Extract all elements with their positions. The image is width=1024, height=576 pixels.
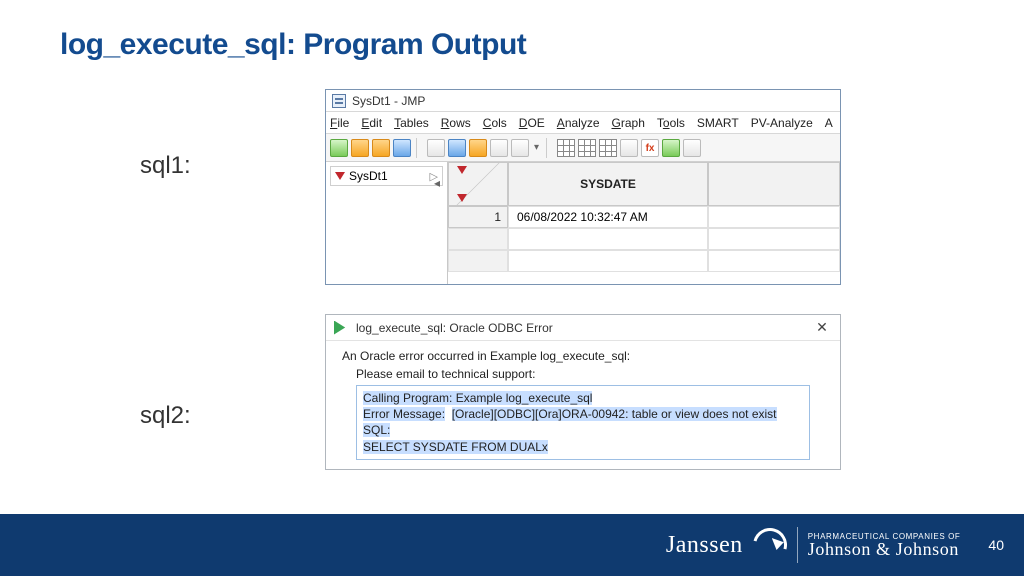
jmp-window-title: SysDt1 - JMP [352,94,425,108]
slide-footer: Janssen PHARMACEUTICAL COMPANIES OF John… [0,514,1024,576]
fx-icon[interactable]: fx [641,139,659,157]
grid-corner [448,162,508,206]
paste-icon[interactable] [469,139,487,157]
menu-doe[interactable]: DOE [519,116,545,130]
grid-icon[interactable] [578,139,596,157]
jmp-menubar[interactable]: File Edit Tables Rows Cols DOE Analyze G… [326,112,840,134]
toolbar-icon[interactable] [351,139,369,157]
toolbar-icon[interactable] [683,139,701,157]
cell-empty[interactable] [508,250,708,272]
side-panel-item[interactable]: SysDt1 ▷ [330,166,443,186]
dialog-titlebar: log_execute_sql: Oracle ODBC Error ✕ [326,315,840,341]
dialog-title: log_execute_sql: Oracle ODBC Error [356,321,553,335]
jmp-titlebar: SysDt1 - JMP [326,90,840,112]
cell-sysdate-value[interactable]: 06/08/2022 10:32:47 AM [508,206,708,228]
msg-line-sql-text: SELECT SYSDATE FROM DUALx [363,439,803,455]
close-icon[interactable]: ✕ [812,318,832,338]
dialog-body: An Oracle error occurred in Example log_… [326,341,840,460]
save-icon[interactable] [393,139,411,157]
menu-extra[interactable]: A [825,116,833,130]
side-panel-label: SysDt1 [349,169,388,183]
label-sql1: sql1: [140,152,191,180]
grid-icon[interactable] [599,139,617,157]
menu-analyze[interactable]: Analyze [557,116,600,130]
scroll-left-icon[interactable]: ◂ [434,176,440,190]
red-triangle-icon[interactable] [457,166,467,174]
cell-empty[interactable] [708,206,840,228]
run-icon [334,321,348,335]
menu-tables[interactable]: Tables [394,116,429,130]
column-header-empty[interactable] [708,162,840,206]
toolbar-separator [416,138,422,158]
row-header-1[interactable]: 1 [448,206,508,228]
slide-title: log_execute_sql: Program Output [60,28,526,62]
toolbar-icon[interactable] [620,139,638,157]
menu-tools[interactable]: Tools [657,116,685,130]
brand-swoosh-icon [753,528,787,562]
jmp-window: SysDt1 - JMP File Edit Tables Rows Cols … [325,89,841,285]
toolbar-icon[interactable] [511,139,529,157]
error-dialog: log_execute_sql: Oracle ODBC Error ✕ An … [325,314,841,470]
copy-icon[interactable] [448,139,466,157]
red-triangle-icon[interactable] [457,194,467,202]
cell-empty[interactable] [708,250,840,272]
menu-rows[interactable]: Rows [441,116,471,130]
toolbar-icon[interactable] [372,139,390,157]
grid-icon[interactable] [557,139,575,157]
msg-line-error-message: Error Message: [Oracle][ODBC][Ora]ORA-00… [363,406,803,422]
brand-name: Janssen [666,532,743,559]
red-triangle-icon[interactable] [335,172,345,180]
datatable-icon [332,94,346,108]
menu-smart[interactable]: SMART [697,116,739,130]
menu-file[interactable]: File [330,116,349,130]
divider [797,527,798,563]
toolbar-separator [546,138,552,158]
jmp-data-grid[interactable]: ◂ SYSDATE 1 06/08/2022 10:32:47 AM [448,162,840,284]
jmp-toolbar: ▾ fx [326,134,840,162]
jmp-side-panel: SysDt1 ▷ [326,162,448,284]
dialog-subhead: Please email to technical support: [356,367,824,381]
toolbar-overflow-icon[interactable]: ▾ [532,142,541,153]
column-header-sysdate[interactable]: SYSDATE [508,162,708,206]
msg-line-calling-program: Calling Program: Example log_execute_sql [363,390,803,406]
cell-empty[interactable] [508,228,708,250]
label-sql2: sql2: [140,402,191,430]
dialog-intro-text: An Oracle error occurred in Example log_… [342,349,824,363]
jmp-body: SysDt1 ▷ ◂ SYSDATE 1 06/08/2022 10:32:47… [326,162,840,284]
brand-block: Janssen PHARMACEUTICAL COMPANIES OF John… [666,527,961,563]
cut-icon[interactable] [427,139,445,157]
brand-tagline: PHARMACEUTICAL COMPANIES OF Johnson & Jo… [808,533,961,558]
menu-edit[interactable]: Edit [361,116,382,130]
toolbar-icon[interactable] [490,139,508,157]
cell-empty[interactable] [708,228,840,250]
menu-pvanalyze[interactable]: PV-Analyze [751,116,813,130]
menu-cols[interactable]: Cols [483,116,507,130]
toolbar-icon[interactable] [330,139,348,157]
menu-graph[interactable]: Graph [612,116,645,130]
row-header-empty [448,228,508,250]
msg-line-sql-label: SQL: [363,422,803,438]
row-header-empty [448,250,508,272]
toolbar-icon[interactable] [662,139,680,157]
dialog-message-box[interactable]: Calling Program: Example log_execute_sql… [356,385,810,460]
page-number: 40 [988,537,1004,553]
